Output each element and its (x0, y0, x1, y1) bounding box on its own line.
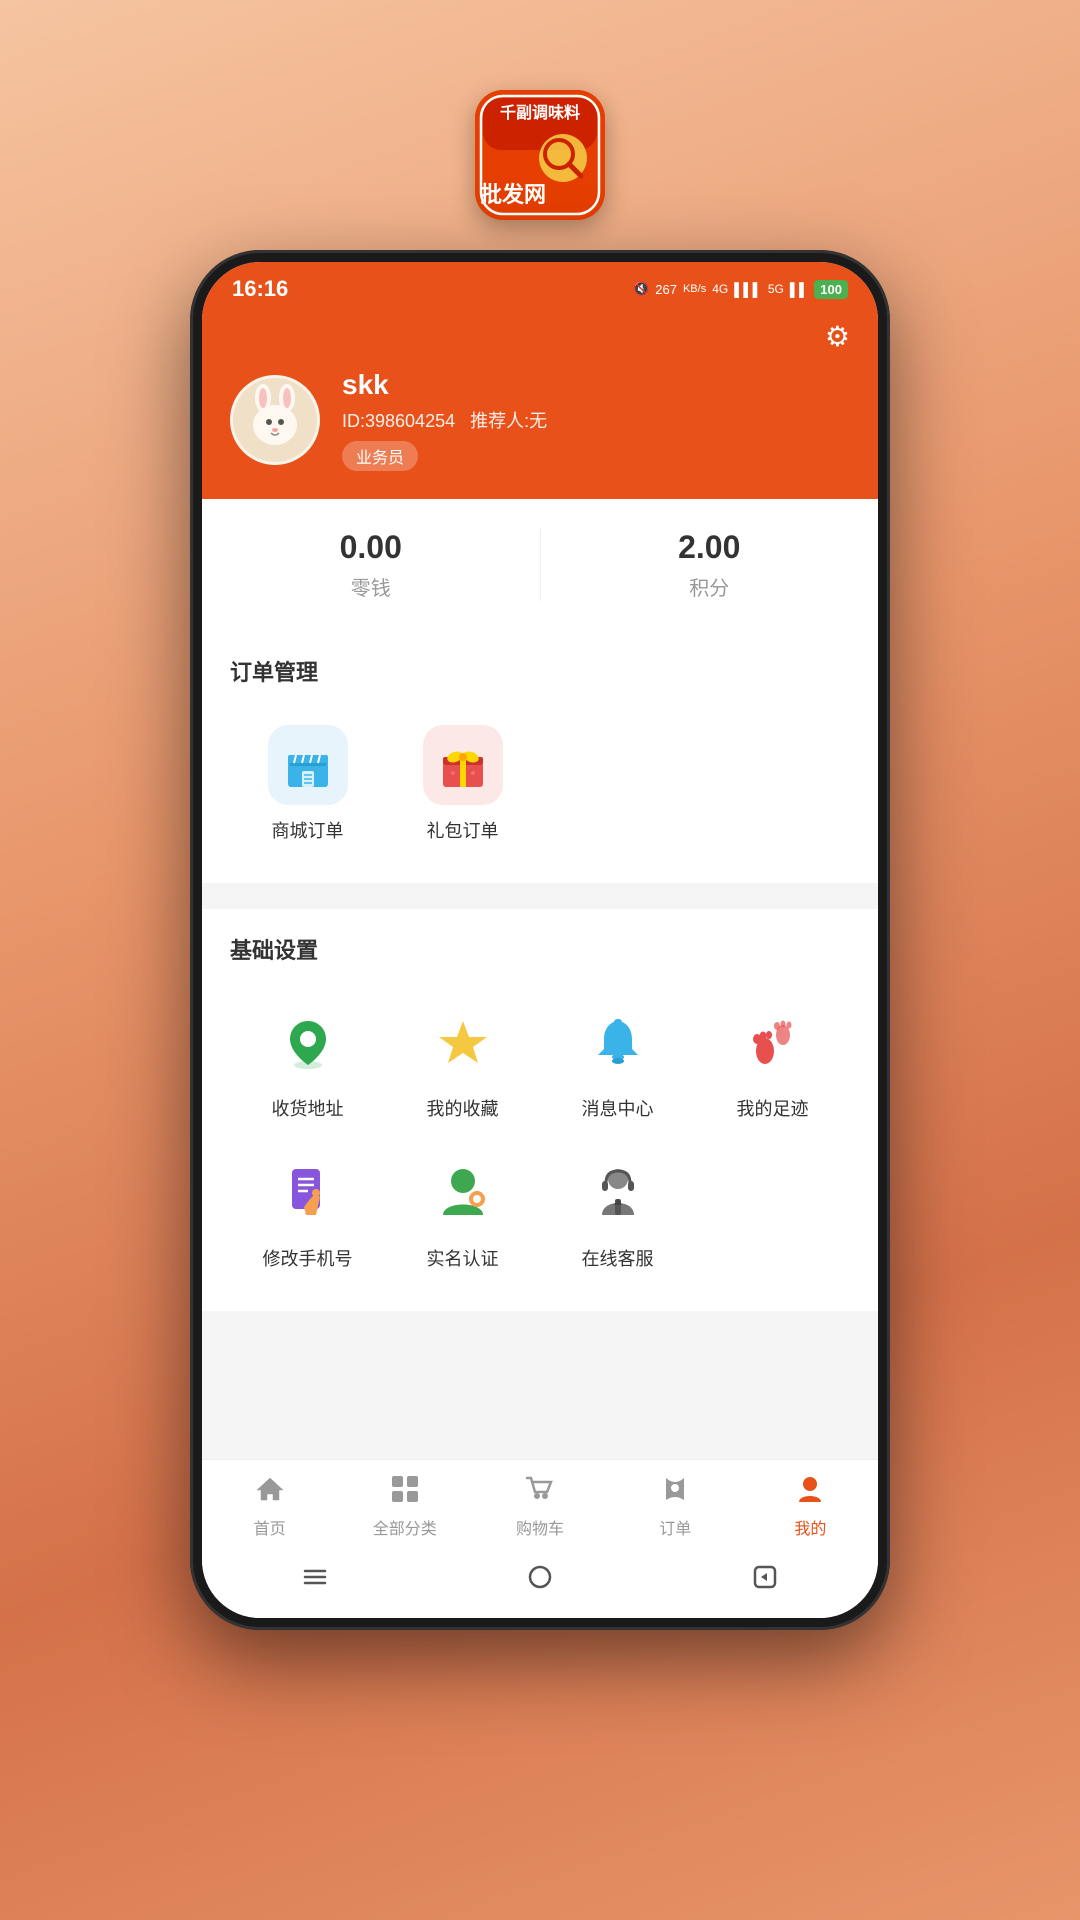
settings-icon[interactable]: ⚙ (825, 320, 850, 353)
messages-item[interactable]: 消息中心 (540, 987, 695, 1137)
home-nav-icon (255, 1474, 285, 1511)
footprint-item[interactable]: 我的足迹 (695, 987, 850, 1137)
system-menu-button[interactable] (301, 1563, 329, 1598)
address-icon (268, 1003, 348, 1083)
nav-home[interactable]: 首页 (202, 1460, 337, 1549)
nav-cart[interactable]: 购物车 (472, 1460, 607, 1549)
order-section: 订单管理 (202, 631, 878, 883)
customer-service-icon (578, 1153, 658, 1233)
customer-service-item[interactable]: 在线客服 (540, 1137, 695, 1287)
system-back-button[interactable] (751, 1563, 779, 1598)
status-bar: 16:16 🔇 267 KB/s 4G ▌▌▌ 5G ▌▌ 100 (202, 262, 878, 310)
balance-points[interactable]: 2.00 积分 (540, 529, 879, 601)
nav-profile-label: 我的 (794, 1515, 826, 1539)
order-section-title: 订单管理 (230, 655, 850, 687)
mute-icon: 🔇 (633, 281, 649, 297)
mall-order-item[interactable]: 商城订单 (230, 709, 385, 859)
phone-item[interactable]: 修改手机号 (230, 1137, 385, 1287)
section-divider-1 (202, 899, 878, 909)
network-unit: KB/s (683, 283, 706, 295)
phone-icon (268, 1153, 348, 1233)
status-time: 16:16 (232, 276, 288, 302)
messages-icon (578, 1003, 658, 1083)
app-icon-container: 千副调味料 批发网 (475, 90, 605, 220)
balance-money-label: 零钱 (202, 572, 540, 601)
favorites-item[interactable]: 我的收藏 (385, 987, 540, 1137)
favorites-label: 我的收藏 (427, 1095, 499, 1121)
verification-label: 实名认证 (427, 1245, 499, 1271)
signal-bars: ▌▌▌ (734, 282, 762, 297)
scroll-content: 订单管理 (202, 631, 878, 1459)
nav-orders-label: 订单 (659, 1515, 691, 1539)
phone-label: 修改手机号 (263, 1245, 353, 1271)
profile-id: ID:398604254 推荐人:无 (342, 407, 547, 433)
avatar (230, 375, 320, 465)
profile-nav-icon (795, 1474, 825, 1511)
verification-item[interactable]: 实名认证 (385, 1137, 540, 1287)
basic-section: 基础设置 收货地址 (202, 909, 878, 1311)
phone-screen: 16:16 🔇 267 KB/s 4G ▌▌▌ 5G ▌▌ 100 ⚙ (202, 262, 878, 1618)
nav-orders[interactable]: 订单 (608, 1460, 743, 1549)
cart-nav-icon (525, 1474, 555, 1511)
header: ⚙ (202, 310, 878, 499)
signal-bars-2: ▌▌ (790, 282, 808, 297)
system-nav (202, 1549, 878, 1618)
header-top: ⚙ (230, 320, 850, 353)
orders-nav-icon (660, 1474, 690, 1511)
gift-order-item[interactable]: 礼包订单 (385, 709, 540, 859)
balance-money-amount: 0.00 (202, 529, 540, 566)
nav-profile[interactable]: 我的 (743, 1460, 878, 1549)
4g-icon: 4G (712, 282, 728, 296)
footprint-icon (733, 1003, 813, 1083)
profile-name: skk (342, 369, 547, 401)
phone-mockup: 16:16 🔇 267 KB/s 4G ▌▌▌ 5G ▌▌ 100 ⚙ (190, 250, 890, 1630)
gift-order-icon (423, 725, 503, 805)
favorites-icon (423, 1003, 503, 1083)
svg-text:批发网: 批发网 (480, 182, 546, 207)
app-icon: 千副调味料 批发网 (475, 90, 605, 220)
nav-categories-label: 全部分类 (373, 1515, 437, 1539)
network-speed: 267 (655, 282, 677, 297)
balance-points-amount: 2.00 (541, 529, 879, 566)
mall-order-icon (268, 725, 348, 805)
customer-service-label: 在线客服 (582, 1245, 654, 1271)
svg-text:千副调味料: 千副调味料 (500, 103, 580, 122)
profile-section: skk ID:398604254 推荐人:无 业务员 (230, 369, 850, 471)
status-icons: 🔇 267 KB/s 4G ▌▌▌ 5G ▌▌ 100 (633, 280, 848, 299)
verification-icon (423, 1153, 503, 1233)
5g-icon: 5G (768, 282, 784, 296)
system-home-button[interactable] (526, 1563, 554, 1598)
mall-order-label: 商城订单 (272, 817, 344, 843)
messages-label: 消息中心 (582, 1095, 654, 1121)
address-item[interactable]: 收货地址 (230, 987, 385, 1137)
battery-indicator: 100 (814, 280, 848, 299)
profile-role: 业务员 (342, 441, 418, 471)
nav-home-label: 首页 (254, 1515, 286, 1539)
nav-cart-label: 购物车 (516, 1515, 564, 1539)
basic-icon-grid-row2: 修改手机号 (230, 1137, 850, 1287)
balance-section: 0.00 零钱 2.00 积分 (202, 499, 878, 631)
categories-nav-icon (390, 1474, 420, 1511)
nav-categories[interactable]: 全部分类 (337, 1460, 472, 1549)
footprint-label: 我的足迹 (737, 1095, 809, 1121)
gift-order-label: 礼包订单 (427, 817, 499, 843)
basic-section-title: 基础设置 (230, 933, 850, 965)
balance-points-label: 积分 (541, 572, 879, 601)
order-icon-grid: 商城订单 (230, 709, 850, 859)
balance-money[interactable]: 0.00 零钱 (202, 529, 540, 601)
address-label: 收货地址 (272, 1095, 344, 1121)
basic-icon-grid-row1: 收货地址 我的收藏 (230, 987, 850, 1137)
profile-info: skk ID:398604254 推荐人:无 业务员 (342, 369, 547, 471)
bottom-nav: 首页 全部分类 (202, 1459, 878, 1549)
